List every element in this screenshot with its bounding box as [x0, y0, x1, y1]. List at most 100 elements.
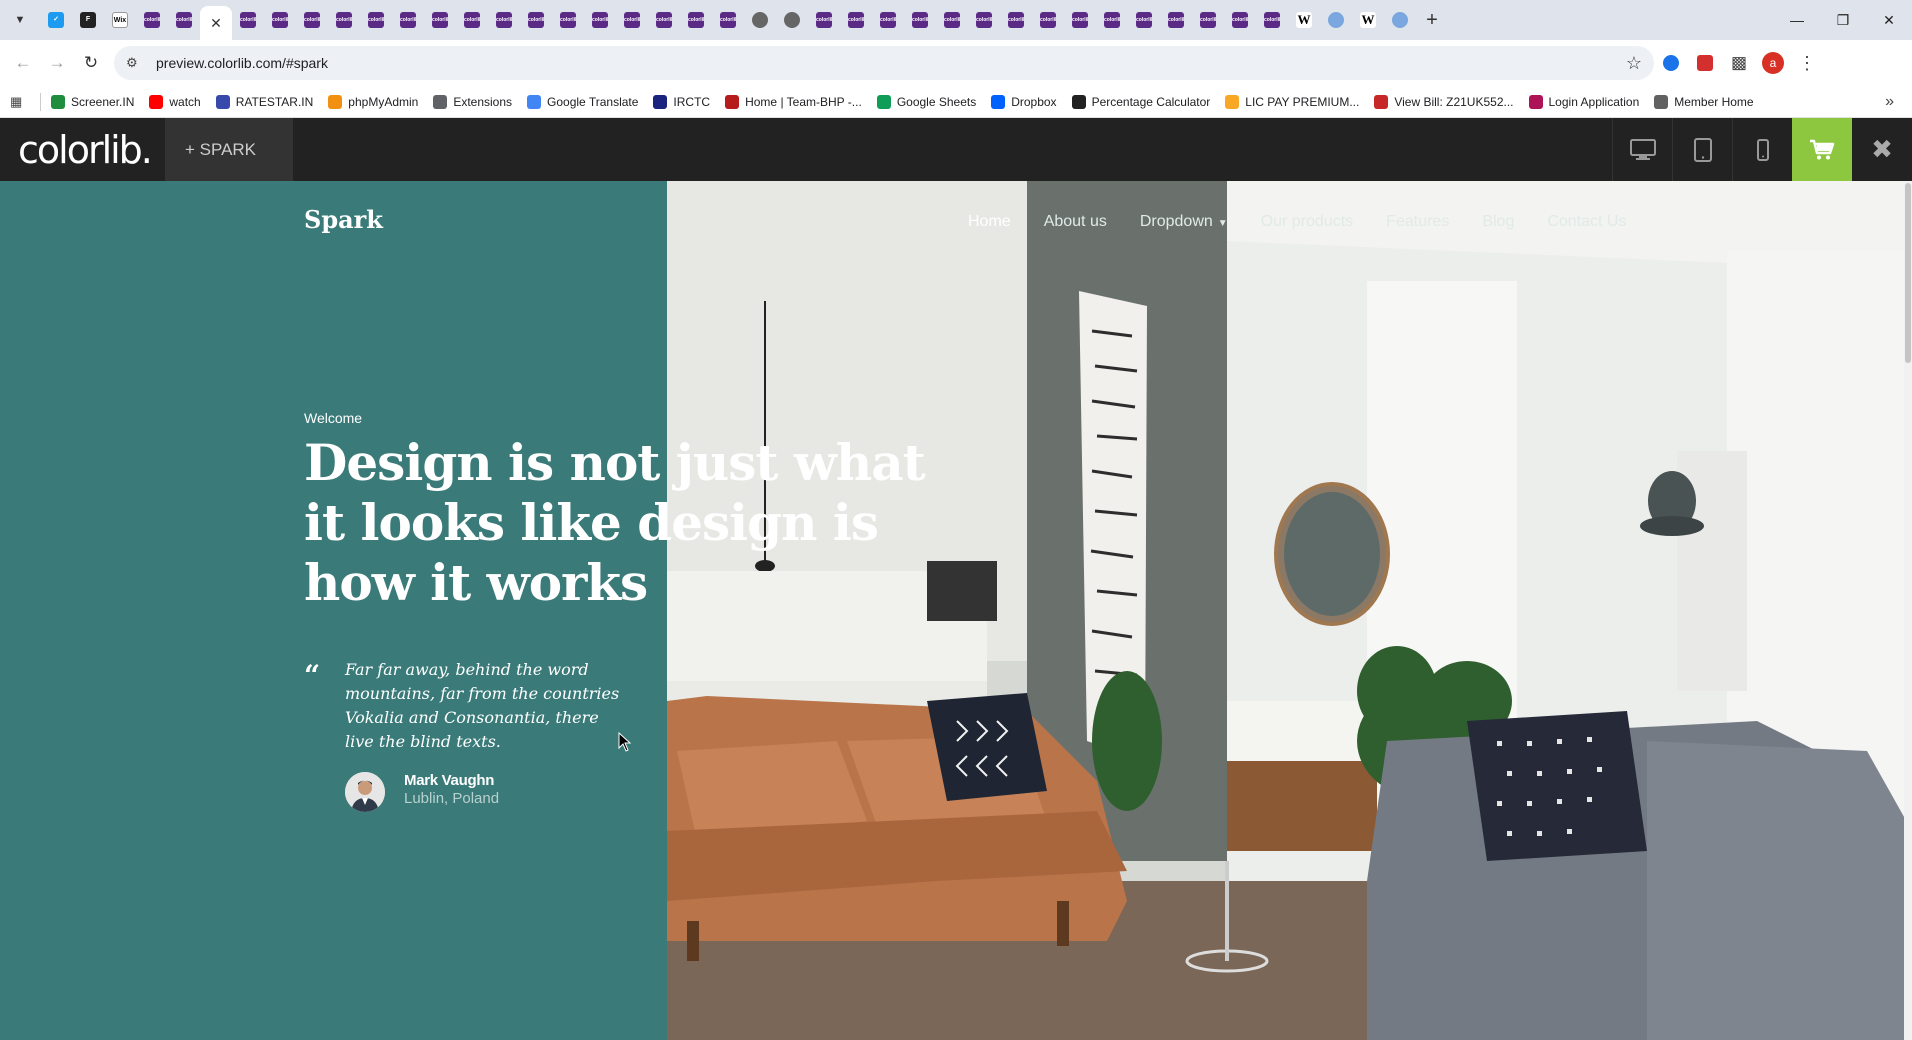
bookmark-item[interactable]: Screener.IN	[51, 94, 134, 109]
bookmark-item[interactable]: RATESTAR.IN	[215, 94, 313, 109]
browser-tab[interactable]: colorlib	[360, 5, 392, 35]
browser-tab[interactable]: colorlib	[488, 5, 520, 35]
bookmark-item[interactable]: watch	[149, 94, 201, 109]
bookmark-item[interactable]: phpMyAdmin	[328, 94, 418, 109]
window-close-icon[interactable]: ✕	[1866, 0, 1912, 40]
theme-switcher-button[interactable]: + SPARK	[165, 118, 293, 181]
bookmark-item[interactable]: Member Home	[1654, 94, 1754, 109]
restore-icon[interactable]: ❐	[1820, 0, 1866, 40]
nav-link[interactable]: Our products	[1261, 213, 1353, 231]
tablet-icon[interactable]	[1672, 118, 1732, 181]
window-controls: — ❐ ✕	[1774, 0, 1912, 40]
browser-tab[interactable]: colorlib	[1032, 5, 1064, 35]
browser-tab[interactable]: colorlib	[392, 5, 424, 35]
browser-tab[interactable]: colorlib	[296, 5, 328, 35]
back-arrow-icon[interactable]: ←	[6, 46, 40, 80]
bookmark-item[interactable]: Home | Team-BHP -...	[725, 94, 862, 109]
browser-tab[interactable]	[1384, 5, 1416, 35]
bookmark-item[interactable]: View Bill: Z21UK552...	[1374, 94, 1514, 109]
browser-tab[interactable]: colorlib	[712, 5, 744, 35]
new-tab-plus-icon[interactable]: +	[1416, 4, 1448, 36]
browser-tab[interactable]	[776, 5, 808, 35]
apps-grid-icon[interactable]: ▦	[10, 94, 30, 110]
browser-tab[interactable]: colorlib	[552, 5, 584, 35]
bookmark-item[interactable]: Dropbox	[991, 94, 1057, 109]
cart-icon[interactable]	[1792, 118, 1852, 181]
browser-tab[interactable]: colorlib	[232, 5, 264, 35]
colorlib-logo[interactable]: colorlib.	[0, 128, 165, 172]
minimize-icon[interactable]: —	[1774, 0, 1820, 40]
bookmark-item[interactable]: Google Sheets	[876, 94, 976, 109]
browser-tab[interactable]: colorlib	[136, 5, 168, 35]
browser-tab[interactable]: colorlib	[1096, 5, 1128, 35]
close-preview-icon[interactable]: ✖	[1852, 118, 1912, 181]
browser-menu-icon[interactable]: ⋮	[1790, 46, 1824, 80]
forward-arrow-icon[interactable]: →	[40, 46, 74, 80]
bookmark-star-icon[interactable]: ☆	[1626, 53, 1642, 74]
profile-avatar[interactable]: a	[1756, 46, 1790, 80]
browser-tab[interactable]: colorlib	[680, 5, 712, 35]
bookmark-item[interactable]: Extensions	[433, 94, 512, 109]
tab-close-icon[interactable]: ✕	[210, 15, 222, 32]
browser-tab[interactable]: colorlib	[904, 5, 936, 35]
tab-search-chevron-icon[interactable]: ▼	[0, 0, 40, 40]
bookmark-item[interactable]: Login Application	[1528, 94, 1639, 109]
scrollbar-thumb[interactable]	[1905, 183, 1911, 363]
browser-tab[interactable]: colorlib	[1160, 5, 1192, 35]
browser-tab[interactable]: W	[1288, 5, 1320, 35]
site-info-icon[interactable]: ⚙	[126, 55, 146, 71]
browser-tab[interactable]: colorlib	[872, 5, 904, 35]
site-brand-logo[interactable]: Spark	[304, 205, 383, 234]
browser-tab[interactable]: colorlib	[328, 5, 360, 35]
browser-tab[interactable]: F	[72, 5, 104, 35]
globe-favicon-icon	[784, 12, 800, 28]
browser-tab[interactable]: colorlib	[424, 5, 456, 35]
browser-tab[interactable]: colorlib	[840, 5, 872, 35]
bookmark-item[interactable]: IRCTC	[653, 94, 710, 109]
browser-tab[interactable]: colorlib	[616, 5, 648, 35]
reload-icon[interactable]: ↻	[74, 46, 108, 80]
nav-link[interactable]: Blog	[1482, 213, 1514, 231]
browser-tab[interactable]: colorlib	[808, 5, 840, 35]
testimonial-quote: Far far away, behind the word mountains,…	[345, 660, 620, 751]
browser-tab[interactable]: colorlib	[1064, 5, 1096, 35]
nav-link[interactable]: Features	[1386, 213, 1449, 231]
browser-tab[interactable]: colorlib	[1000, 5, 1032, 35]
nav-link[interactable]: Dropdown ▼	[1140, 213, 1228, 231]
nav-link[interactable]: About us	[1044, 213, 1107, 231]
bookmark-item[interactable]: Percentage Calculator	[1071, 94, 1210, 109]
browser-tab[interactable]: colorlib	[1128, 5, 1160, 35]
nav-link[interactable]: Contact Us	[1547, 213, 1626, 231]
browser-tab[interactable]: colorlib	[648, 5, 680, 35]
page-scrollbar[interactable]	[1904, 181, 1912, 1040]
extensions-puzzle-icon[interactable]: ▩	[1722, 46, 1756, 80]
desktop-icon[interactable]	[1612, 118, 1672, 181]
more-bookmarks-chevron-icon[interactable]: »	[1885, 93, 1894, 111]
browser-tab[interactable]: colorlib	[1256, 5, 1288, 35]
nav-link-label: Blog	[1482, 213, 1515, 230]
browser-tab[interactable]	[1320, 5, 1352, 35]
browser-tab[interactable]: W	[1352, 5, 1384, 35]
browser-tab[interactable]: colorlib	[1224, 5, 1256, 35]
browser-tab[interactable]: colorlib	[1192, 5, 1224, 35]
bookmark-item[interactable]: Google Translate	[527, 94, 638, 109]
browser-tab[interactable]: colorlib	[264, 5, 296, 35]
nav-link[interactable]: Home	[968, 213, 1011, 231]
browser-tab[interactable]: colorlib	[520, 5, 552, 35]
browser-tab[interactable]: colorlib	[456, 5, 488, 35]
browser-tab[interactable]: colorlib	[936, 5, 968, 35]
bookmark-item[interactable]: LIC PAY PREMIUM...	[1225, 94, 1359, 109]
shield-extension-icon[interactable]	[1688, 46, 1722, 80]
browser-tab[interactable]: Wix	[104, 5, 136, 35]
url-text[interactable]: preview.colorlib.com/#spark	[156, 55, 328, 71]
browser-tab[interactable]: colorlib	[968, 5, 1000, 35]
author-name: Mark Vaughn	[404, 772, 495, 789]
browser-tab[interactable]	[744, 5, 776, 35]
extension-icon[interactable]	[1654, 46, 1688, 80]
browser-tab[interactable]: ✓	[40, 5, 72, 35]
browser-tab[interactable]: ✕	[200, 6, 232, 40]
mobile-icon[interactable]	[1732, 118, 1792, 181]
browser-tab[interactable]: colorlib	[584, 5, 616, 35]
browser-tab[interactable]: colorlib	[168, 5, 200, 35]
address-bar[interactable]: ⚙ preview.colorlib.com/#spark ☆	[114, 46, 1654, 80]
